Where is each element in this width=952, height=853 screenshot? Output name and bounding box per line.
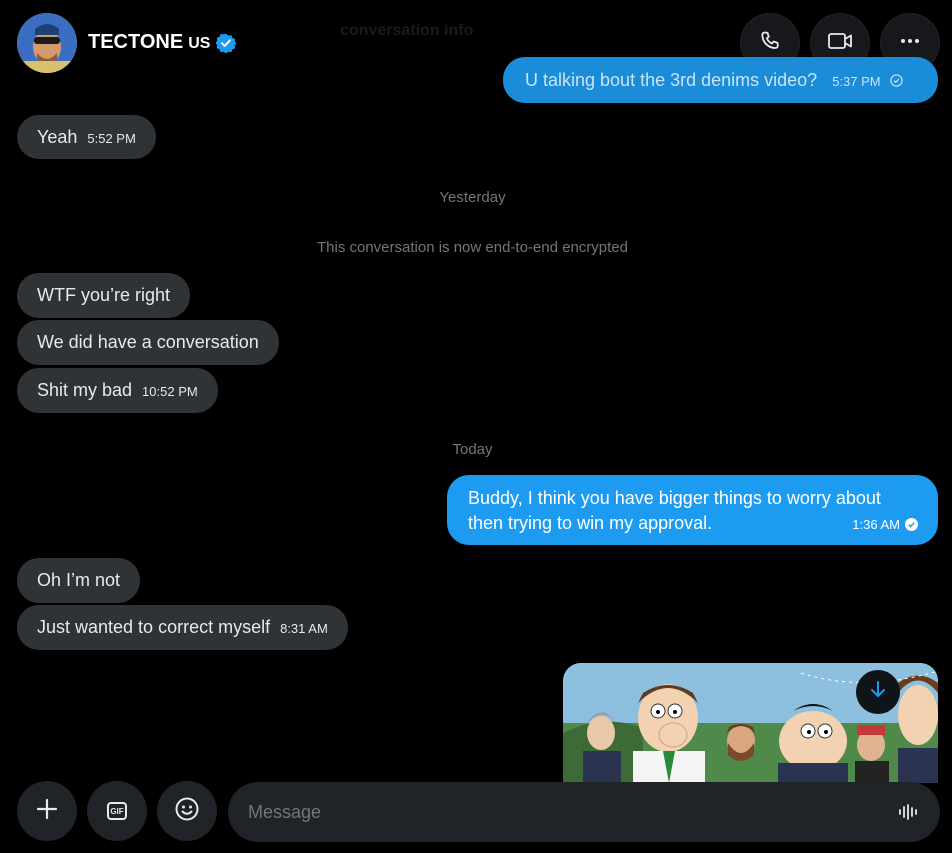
media-attachment[interactable] [563,663,938,783]
message-placeholder: Message [248,801,322,822]
message-text-line: Buddy, I think you have bigger things to… [468,488,881,508]
country-tag: US [188,35,211,52]
video-icon [827,29,853,58]
gif-icon: GIF [107,802,127,820]
message-text: U talking bout the 3rd denims video? [525,70,818,90]
plus-icon [36,798,58,825]
message-incoming[interactable]: We did have a conversation [17,320,279,365]
emoji-button[interactable] [157,781,217,841]
download-button[interactable] [856,670,900,714]
message-text: We did have a conversation [37,332,259,352]
message-input[interactable]: Message [228,782,940,842]
contact-name[interactable]: TECTONE [88,31,183,54]
message-outgoing[interactable]: Buddy, I think you have bigger things to… [447,475,938,545]
voice-icon[interactable] [898,802,918,822]
encryption-notice: This conversation is now end-to-end encr… [316,239,628,256]
message-text: WTF you’re right [37,285,171,305]
more-icon [898,29,922,58]
verified-icon [216,33,237,53]
message-text: Oh I’m not [37,570,121,590]
emoji-icon [174,796,200,827]
faded-header-text: conversation info [340,22,474,39]
message-incoming[interactable]: Shit my bad 10:52 PM [17,368,218,413]
message-time: 8:31 AM [280,621,328,636]
check-icon [905,518,918,531]
message-incoming[interactable]: Oh I’m not [17,558,141,603]
download-icon [868,680,888,705]
message-incoming[interactable]: WTF you’re right [17,273,191,318]
add-attachment-button[interactable] [17,781,77,841]
message-outgoing[interactable]: U talking bout the 3rd denims video? 5:3… [503,57,938,103]
date-separator: Today [452,441,493,458]
message-time: 10:52 PM [142,384,198,399]
message-text-line: then trying to win my approval. [468,513,713,533]
check-icon [889,71,903,92]
date-separator: Yesterday [439,189,506,206]
message-text: Yeah [37,127,78,147]
phone-icon [758,29,782,58]
avatar-image [17,13,77,73]
message-time: 5:37 PM [832,74,881,89]
message-text: Just wanted to correct myself [37,617,271,637]
message-time: 5:52 PM [87,131,136,146]
avatar[interactable] [17,13,77,73]
message-incoming[interactable]: Just wanted to correct myself 8:31 AM [17,605,348,650]
message-incoming[interactable]: Yeah 5:52 PM [17,115,156,159]
message-time: 1:36 AM [852,517,900,532]
gif-button[interactable]: GIF [87,781,147,841]
message-text: Shit my bad [37,380,133,400]
